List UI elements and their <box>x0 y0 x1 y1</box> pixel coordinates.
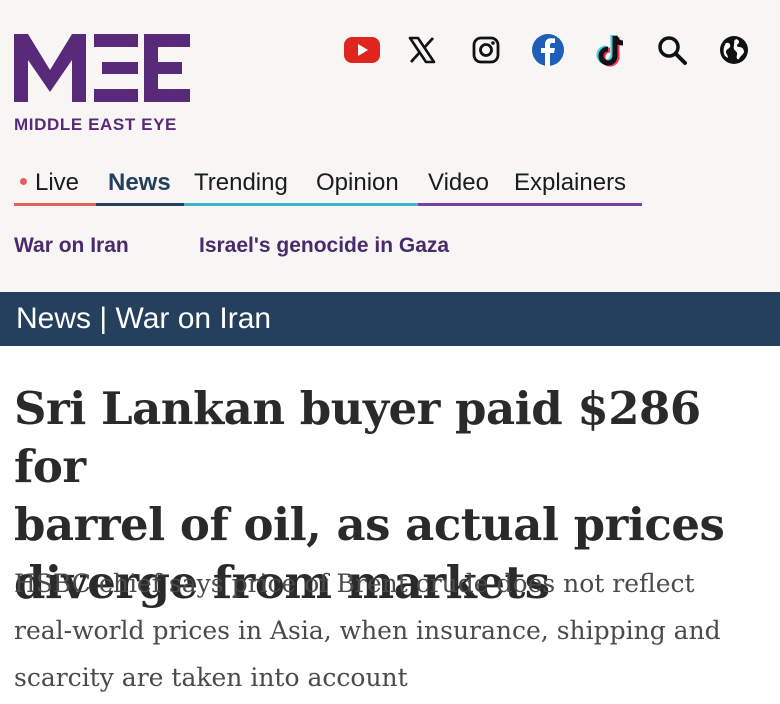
nav-item-label: Trending <box>194 169 288 196</box>
nav-underline <box>306 203 418 206</box>
standfirst-line: HSBC chief says price of Brent crude doe… <box>14 569 695 598</box>
breadcrumb-category[interactable]: News <box>16 302 91 335</box>
section-bar: News | War on Iran <box>0 292 780 346</box>
article-standfirst: HSBC chief says price of Brent crude doe… <box>14 560 774 701</box>
live-dot-icon <box>20 178 27 186</box>
headline-line: barrel of oil, as actual prices <box>14 498 725 551</box>
nav-item-trending[interactable]: Trending <box>184 166 306 206</box>
nav-item-live[interactable]: Live <box>14 166 96 206</box>
nav-underline <box>184 203 306 206</box>
nav-underline <box>504 203 642 206</box>
youtube-icon[interactable] <box>342 30 382 70</box>
breadcrumb-separator: | <box>99 302 108 335</box>
nav-item-opinion[interactable]: Opinion <box>306 166 418 206</box>
nav-item-label: Opinion <box>316 169 399 196</box>
nav-item-label: Live <box>35 169 80 196</box>
globe-icon[interactable] <box>714 30 754 70</box>
nav-item-label: News <box>108 169 171 196</box>
facebook-icon[interactable] <box>528 30 568 70</box>
topic-link-gaza[interactable]: Israel's genocide in Gaza <box>199 234 449 258</box>
nav-underline <box>14 203 96 206</box>
tiktok-icon[interactable] <box>592 30 632 70</box>
nav-item-video[interactable]: Video <box>418 166 504 206</box>
search-icon[interactable] <box>652 30 692 70</box>
topic-link-war-on-iran[interactable]: War on Iran <box>14 234 129 258</box>
nav-item-label: Explainers <box>514 169 627 196</box>
section-breadcrumb: News | War on Iran <box>16 302 271 336</box>
headline-line: Sri Lankan buyer paid $286 for <box>14 382 701 493</box>
breadcrumb-topic[interactable]: War on Iran <box>116 302 272 335</box>
nav-item-news[interactable]: News <box>96 166 184 206</box>
standfirst-line: real-world prices in Asia, when insuranc… <box>14 616 721 645</box>
standfirst-line: scarcity are taken into account <box>14 663 408 692</box>
nav-item-label: Video <box>428 169 489 196</box>
site-header: MIDDLE EAST EYE Live News Trending Opini… <box>0 0 780 292</box>
instagram-icon[interactable] <box>466 30 506 70</box>
nav-item-explainers[interactable]: Explainers <box>504 166 642 206</box>
nav-underline <box>418 203 504 206</box>
x-icon[interactable] <box>402 30 442 70</box>
brand-name: MIDDLE EAST EYE <box>14 115 177 134</box>
nav-underline <box>96 203 184 206</box>
